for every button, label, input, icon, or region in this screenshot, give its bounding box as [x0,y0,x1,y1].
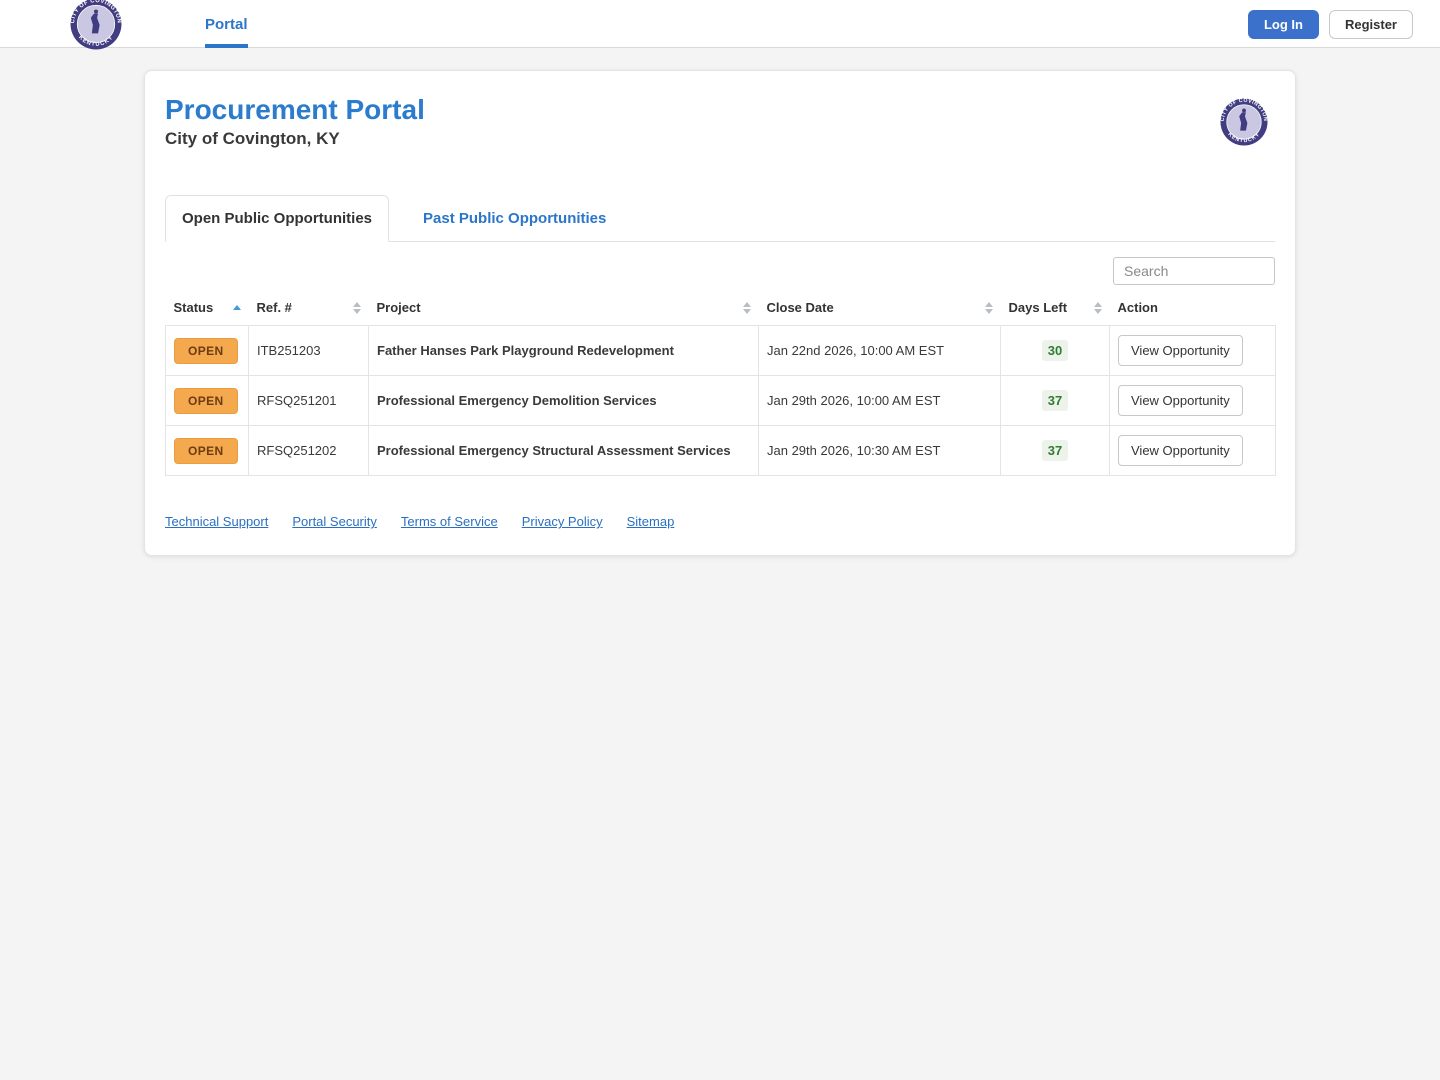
page-title: Procurement Portal [165,94,425,125]
sort-icon [742,301,751,314]
footer-link-technical-support[interactable]: Technical Support [165,514,268,529]
footer-links: Technical Support Portal Security Terms of… [165,514,1275,529]
action-cell: View Opportunity [1109,325,1276,377]
top-navbar: Portal Log In Register [0,0,1440,50]
footer-link-portal-security[interactable]: Portal Security [292,514,377,529]
column-label: Days Left [1008,300,1068,316]
view-opportunity-button[interactable]: View Opportunity [1118,335,1243,367]
sort-ascending-icon [232,305,241,311]
action-cell: View Opportunity [1109,425,1276,477]
column-header-project[interactable]: Project [369,290,759,326]
search-input[interactable] [1113,257,1275,286]
column-header-status[interactable]: Status [166,290,249,326]
column-header-action: Action [1110,290,1276,326]
tab-past-public-opportunities[interactable]: Past Public Opportunities [405,195,624,242]
close-date-cell: Jan 29th 2026, 10:30 AM EST [758,425,1001,477]
table-header-row: Status Ref. # Project Close Date Days Left Ac… [166,290,1276,326]
column-label: Close Date [766,300,834,316]
search-row [165,257,1275,286]
ref-cell: RFSQ251201 [248,375,369,427]
project-cell: Father Hanses Park Playground Redevelopm… [368,325,759,377]
opportunities-table: Status Ref. # Project Close Date Days Left Ac… [165,290,1276,477]
city-seal-logo[interactable] [70,0,122,50]
view-opportunity-button[interactable]: View Opportunity [1118,435,1243,467]
column-header-days-left[interactable]: Days Left [1001,290,1110,326]
status-badge: OPEN [174,387,238,414]
project-cell: Professional Emergency Structural Assess… [368,425,759,477]
status-cell: OPEN [165,325,249,377]
days-left-badge: 30 [1041,340,1069,362]
days-left-cell: 37 [1000,425,1110,477]
footer-link-sitemap[interactable]: Sitemap [627,514,675,529]
footer-link-terms-of-service[interactable]: Terms of Service [401,514,498,529]
days-left-cell: 30 [1000,325,1110,377]
procurement-portal-card: Procurement Portal City of Covington, KY… [144,70,1296,557]
login-button[interactable]: Log In [1247,9,1319,39]
table-row: OPEN RFSQ251202 Professional Emergency S… [165,425,1276,477]
navbar-actions: Log In Register [1247,0,1413,48]
city-seal-logo [1220,98,1268,146]
ref-cell: ITB251203 [248,325,369,377]
footer-link-privacy-policy[interactable]: Privacy Policy [522,514,603,529]
nav-item-portal[interactable]: Portal [205,0,248,48]
active-nav-underline [205,44,248,48]
ref-cell: RFSQ251202 [248,425,369,477]
status-badge: OPEN [174,337,238,364]
days-left-badge: 37 [1041,390,1069,412]
days-left-cell: 37 [1000,375,1110,427]
tab-bar: Open Public Opportunities Past Public Op… [165,195,1275,243]
table-row: OPEN ITB251203 Father Hanses Park Playgr… [165,325,1276,377]
column-header-close-date[interactable]: Close Date [759,290,1001,326]
page-subtitle: City of Covington, KY [165,129,340,149]
sort-icon [1093,301,1102,314]
column-label: Status [173,300,214,316]
column-header-ref-[interactable]: Ref. # [249,290,369,326]
status-badge: OPEN [174,437,238,464]
days-left-badge: 37 [1041,440,1069,462]
column-label: Ref. # [256,300,292,316]
card-header: Procurement Portal City of Covington, KY [165,91,1275,149]
status-cell: OPEN [165,425,249,477]
project-cell: Professional Emergency Demolition Servic… [368,375,759,427]
close-date-cell: Jan 22nd 2026, 10:00 AM EST [758,325,1001,377]
close-date-cell: Jan 29th 2026, 10:00 AM EST [758,375,1001,427]
action-cell: View Opportunity [1109,375,1276,427]
sort-icon [984,301,993,314]
table-row: OPEN RFSQ251201 Professional Emergency D… [165,375,1276,427]
tab-open-public-opportunities[interactable]: Open Public Opportunities [165,195,390,243]
nav-portal-label: Portal [205,15,248,33]
column-label: Project [376,300,421,316]
sort-icon [352,301,361,314]
register-button[interactable]: Register [1328,9,1413,39]
view-opportunity-button[interactable]: View Opportunity [1118,385,1243,417]
column-label: Action [1117,300,1158,316]
status-cell: OPEN [165,375,249,427]
